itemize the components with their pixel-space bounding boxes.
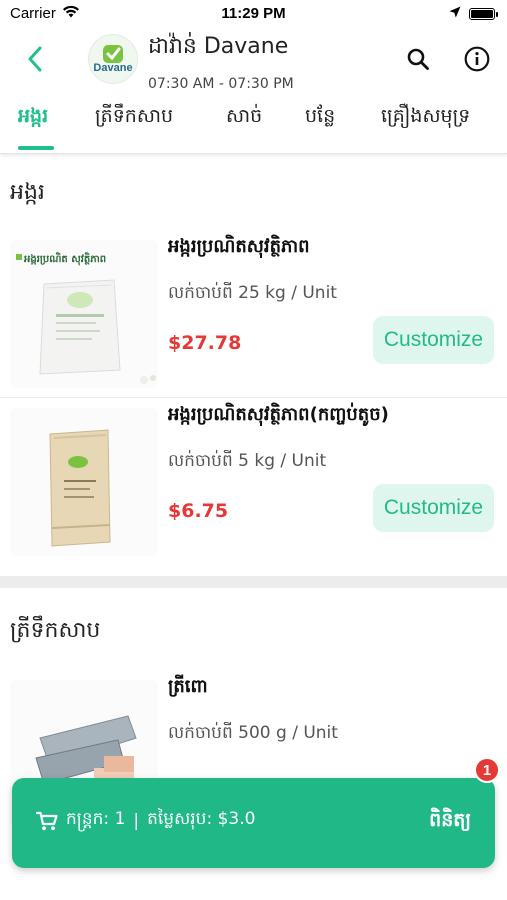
customize-button[interactable]: Customize	[373, 316, 494, 364]
checkout-button[interactable]: ពិនិត្យ	[429, 808, 471, 836]
battery-icon	[469, 7, 498, 20]
logo-text: Davane	[93, 62, 133, 74]
search-icon	[407, 48, 429, 70]
clock: 11:29 PM	[221, 5, 286, 22]
status-bar: Carrier 11:29 PM	[0, 0, 507, 28]
product-unit: លក់ចាប់ពី 500 g / Unit	[168, 723, 338, 743]
shopping-cart-icon	[36, 811, 58, 830]
section-title-rice: អង្ករ	[10, 180, 45, 205]
cart-total: តម្លៃសរុប: $3.0	[147, 809, 256, 829]
tab-meat[interactable]: សាច់	[226, 104, 262, 132]
shop-logo: Davane	[88, 34, 138, 84]
shop-name: ដាវ៉ាន់ Davane	[148, 34, 289, 59]
status-icons	[449, 5, 498, 22]
product-card[interactable]: អង្ករប្រណិតសុវត្ថិភាព(កញ្ចប់តូច) លក់ចាប់…	[0, 398, 507, 566]
search-button[interactable]	[403, 44, 433, 74]
category-tabs: អង្ករ ត្រីទឹកសាប សាច់ បន្លែ គ្រឿងសមុទ្រ	[0, 98, 507, 154]
customize-button[interactable]: Customize	[373, 484, 494, 532]
product-image	[10, 408, 158, 556]
tab-vegetables[interactable]: បន្លែ	[305, 104, 335, 132]
chevron-left-icon	[28, 46, 42, 72]
checkmark-leaf-icon	[103, 45, 123, 63]
info-icon	[464, 46, 490, 72]
product-card[interactable]: អង្ករប្រណិត សុវត្ថិភាព អង្ករប្រណិតសុវត្ថ…	[0, 230, 507, 398]
tab-rice[interactable]: អង្ករ	[18, 104, 48, 132]
product-price: $27.78	[168, 332, 242, 354]
cart-info: កន្ត្រក: 1 | តម្លៃសរុប: $3.0	[36, 808, 255, 833]
product-unit: លក់ចាប់ពី 25 kg / Unit	[168, 283, 337, 303]
image-caption: អង្ករប្រណិត សុវត្ថិភាព	[24, 254, 107, 265]
tab-seafood[interactable]: គ្រឿងសមុទ្រ	[381, 104, 470, 132]
shop-hours: 07:30 AM - 07:30 PM	[148, 76, 294, 92]
product-image: អង្ករប្រណិត សុវត្ថិភាព	[10, 240, 158, 388]
product-unit: លក់ចាប់ពី 5 kg / Unit	[168, 451, 327, 471]
cart-badge: 1	[474, 757, 500, 783]
product-name: អង្ករប្រណិតសុវត្ថិភាព	[168, 236, 310, 257]
product-name: អង្ករប្រណិតសុវត្ថិភាព(កញ្ចប់តូច)	[168, 404, 389, 425]
tab-freshwater-fish[interactable]: ត្រីទឹកសាប	[95, 104, 173, 132]
shop-header: Davane ដាវ៉ាន់ Davane 07:30 AM - 07:30 P…	[0, 28, 507, 98]
active-tab-indicator	[18, 146, 54, 150]
product-price: $6.75	[168, 500, 229, 522]
section-divider	[0, 576, 507, 588]
cart-separator: |	[133, 810, 140, 831]
section-title-freshwater-fish: ត្រីទឹកសាប	[10, 618, 101, 643]
product-name: ត្រីពោ	[168, 676, 208, 697]
back-button[interactable]	[18, 42, 52, 76]
cart-count: កន្ត្រក: 1	[66, 809, 126, 829]
info-button[interactable]	[462, 44, 492, 74]
location-arrow-icon	[449, 5, 461, 22]
cart-summary-bar[interactable]: កន្ត្រក: 1 | តម្លៃសរុប: $3.0 ពិនិត្យ	[12, 778, 495, 868]
